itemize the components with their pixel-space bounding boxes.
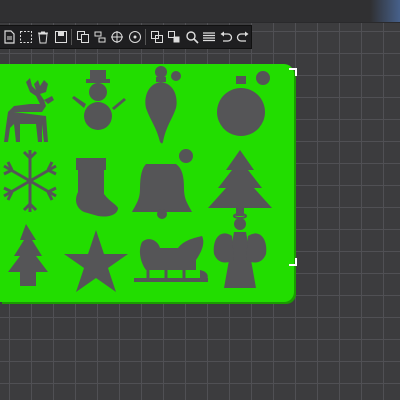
angel-cutout bbox=[213, 213, 267, 288]
save-icon[interactable] bbox=[53, 28, 68, 46]
top-bar bbox=[0, 0, 400, 23]
toolbar-divider bbox=[71, 29, 73, 45]
new-file-icon[interactable] bbox=[1, 28, 16, 46]
group-icon[interactable] bbox=[149, 28, 164, 46]
christmas-tree-cutout bbox=[208, 150, 272, 216]
sleigh-cutout bbox=[134, 236, 208, 282]
reindeer-cutout bbox=[4, 78, 54, 142]
move-icon[interactable] bbox=[110, 28, 125, 46]
redo-icon[interactable] bbox=[236, 28, 251, 46]
bell-cutout bbox=[132, 149, 193, 219]
ungroup-icon[interactable] bbox=[167, 28, 182, 46]
copy-icon[interactable] bbox=[75, 28, 90, 46]
stencil-cutouts bbox=[3, 66, 272, 292]
center-icon[interactable] bbox=[127, 28, 142, 46]
snowflake-cutout bbox=[3, 150, 57, 212]
zoom-icon[interactable] bbox=[184, 28, 199, 46]
christmas-stencil-plate[interactable] bbox=[0, 64, 294, 302]
stocking-cutout bbox=[76, 158, 118, 217]
layers-icon[interactable] bbox=[201, 28, 216, 46]
delete-icon[interactable] bbox=[36, 28, 51, 46]
star-cutout bbox=[64, 230, 128, 292]
top-bar-glow bbox=[370, 0, 400, 22]
toolbar-divider bbox=[145, 29, 147, 45]
align-icon[interactable] bbox=[92, 28, 107, 46]
undo-icon[interactable] bbox=[218, 28, 233, 46]
selection-handle-top-right[interactable] bbox=[289, 68, 297, 76]
edit-toolbar bbox=[0, 25, 252, 49]
snowman-cutout bbox=[72, 70, 126, 130]
selection-handle-bottom-right[interactable] bbox=[289, 258, 297, 266]
select-region-icon[interactable] bbox=[18, 28, 33, 46]
ornament-ball-cutout bbox=[171, 71, 270, 136]
decorated-tree-cutout bbox=[8, 224, 48, 286]
